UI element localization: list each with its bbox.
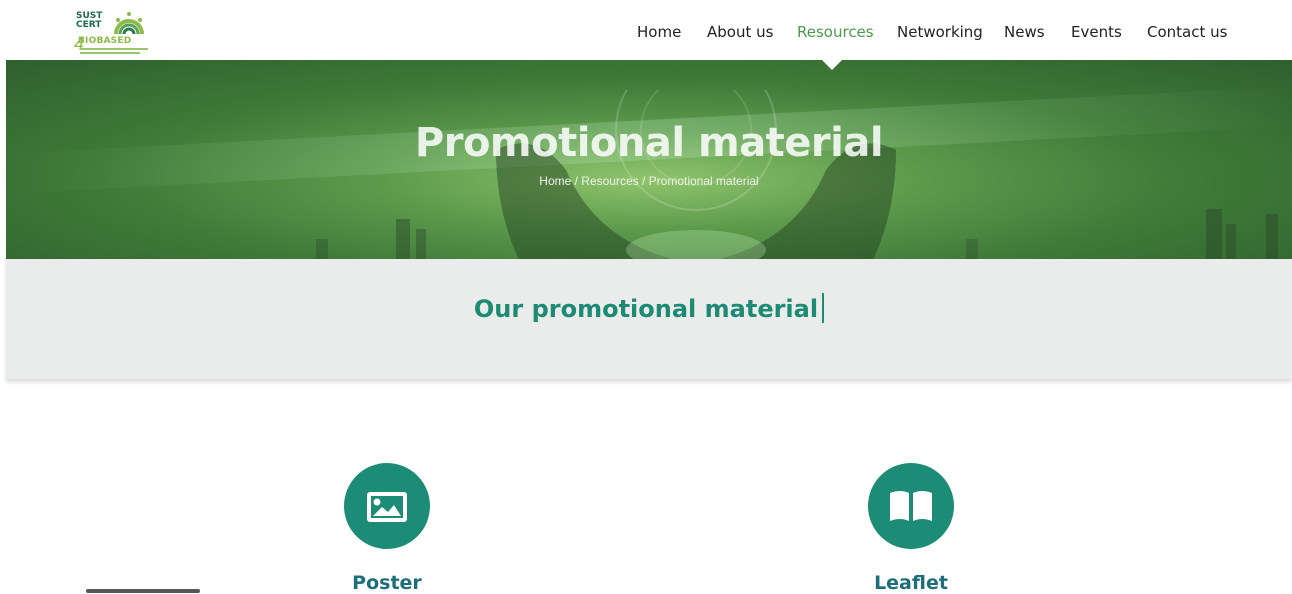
poster-label[interactable]: Poster: [287, 572, 487, 594]
book-icon: [890, 491, 932, 521]
section-header-band: Our promotional material: [6, 259, 1292, 379]
page-title: Promotional material: [414, 120, 884, 166]
breadcrumb: Home / Resources / Promotional material: [539, 174, 759, 188]
nav-resources[interactable]: Resources: [797, 23, 874, 41]
city-skyline: [316, 209, 1278, 259]
nav-news[interactable]: News: [1004, 23, 1045, 41]
section-title-wrap: Our promotional material: [6, 293, 1292, 325]
logo-tagline-line: [80, 52, 140, 54]
nav-about-us[interactable]: About us: [707, 23, 773, 41]
site-header: SUST CERT 4 BIOBASED Home About us Resour…: [0, 0, 1292, 60]
nav-home[interactable]: Home: [637, 23, 681, 41]
bottom-scroll-indicator: [86, 589, 200, 593]
poster-card-icon[interactable]: [344, 463, 430, 549]
nav-networking[interactable]: Networking: [897, 23, 983, 41]
leaflet-label[interactable]: Leaflet: [811, 572, 1011, 594]
nav-contact-us[interactable]: Contact us: [1147, 23, 1227, 41]
image-icon: [367, 492, 407, 522]
logo-tagline-line: [80, 48, 148, 50]
text-cursor: [822, 293, 825, 323]
hero-banner: Promotional material Home / Resources / …: [6, 60, 1292, 259]
section-title: Our promotional material: [473, 295, 819, 323]
leaflet-card-icon[interactable]: [868, 463, 954, 549]
nav-events[interactable]: Events: [1071, 23, 1122, 41]
main-nav: Home About us Resources Networking News …: [0, 23, 1292, 43]
active-nav-caret: [822, 60, 842, 70]
